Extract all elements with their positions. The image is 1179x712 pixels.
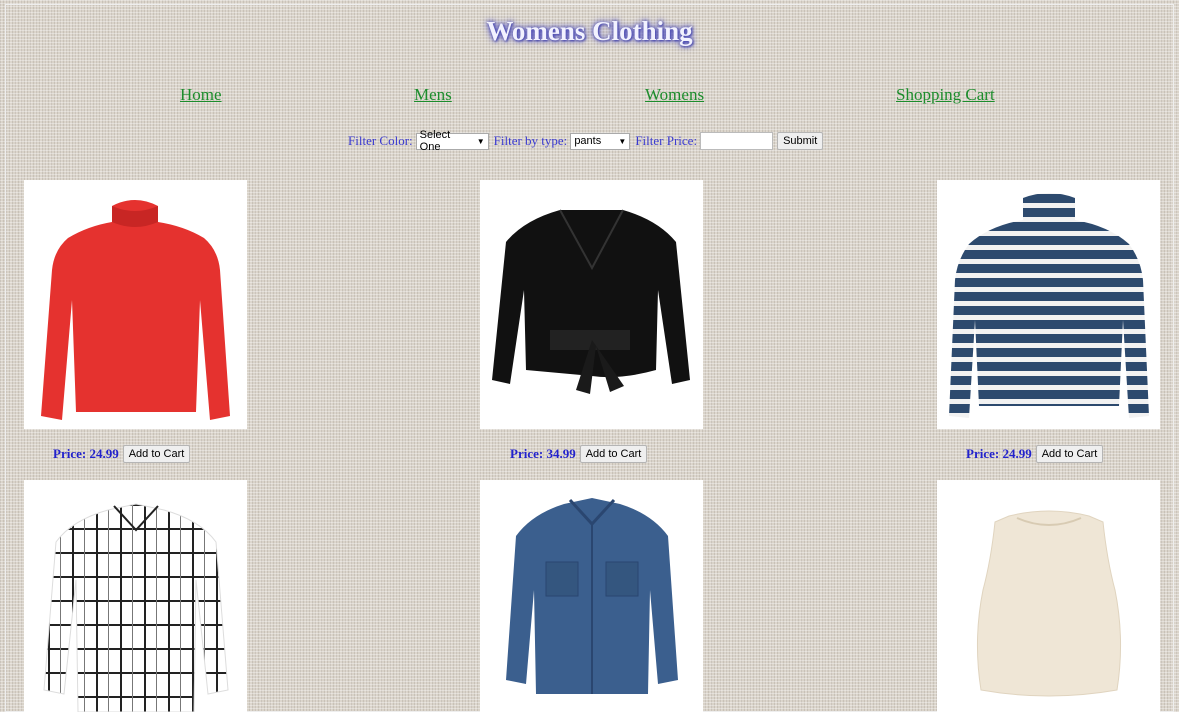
product-price: Price: 34.99	[510, 446, 576, 461]
submit-button[interactable]: Submit	[777, 132, 824, 150]
filter-bar: Filter Color: Select One ▼ Filter by typ…	[348, 129, 824, 153]
filter-type-select[interactable]: pants ▼	[570, 132, 631, 150]
nav-link-home[interactable]: Home	[180, 85, 222, 105]
product-price-row: Price: 24.99 Add to Cart	[53, 445, 191, 463]
nav-link-shopping-cart[interactable]: Shopping Cart	[896, 85, 995, 105]
filter-type-label: Filter by type:	[493, 133, 568, 148]
product-price: Price: 24.99	[53, 446, 119, 461]
product-price-row: Price: 24.99 Add to Cart	[966, 445, 1104, 463]
add-to-cart-button[interactable]: Add to Cart	[1035, 445, 1104, 463]
page-title: Womens Clothing	[486, 16, 693, 46]
nav-link-mens[interactable]: Mens	[414, 85, 452, 105]
product-image-denim-shirt	[480, 480, 703, 712]
product-price-row: Price: 34.99 Add to Cart	[510, 445, 648, 463]
filter-type-value: pants	[574, 135, 602, 147]
filter-price-input[interactable]	[700, 132, 774, 150]
add-to-cart-button[interactable]: Add to Cart	[122, 445, 191, 463]
product-price: Price: 24.99	[966, 446, 1032, 461]
add-to-cart-button[interactable]: Add to Cart	[579, 445, 648, 463]
product-image-plaid-shirt	[24, 480, 247, 712]
filter-color-value: Select One	[419, 129, 451, 153]
product-image-red-turtleneck	[24, 180, 247, 429]
nav-link-womens[interactable]: Womens	[645, 85, 704, 105]
filter-price-label: Filter Price:	[635, 133, 698, 148]
dropdown-arrow-icon: ▼	[476, 136, 485, 146]
product-image-cream-blouse	[937, 480, 1160, 712]
product-image-black-wrap-top	[480, 180, 703, 429]
product-image-striped-turtleneck	[937, 180, 1160, 429]
filter-color-select[interactable]: Select One ▼	[415, 129, 489, 153]
filter-color-label: Filter Color:	[348, 133, 413, 148]
dropdown-arrow-icon: ▼	[618, 136, 627, 146]
